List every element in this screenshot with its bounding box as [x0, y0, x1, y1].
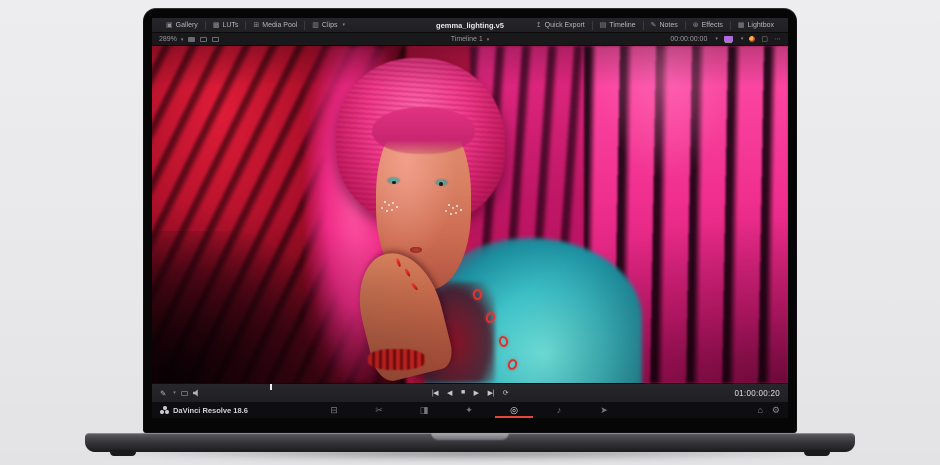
viewer-toggle-icon[interactable] [200, 37, 207, 42]
notes-icon: ✎ [651, 21, 657, 29]
gallery-label: Gallery [176, 22, 198, 29]
toolbar-left-group: ▣ Gallery ▩ LUTs ⊞ Media Pool ▥ Clips ▾ [159, 18, 352, 32]
settings-gear-icon[interactable]: ⚙ [772, 405, 780, 416]
expand-viewer-icon[interactable]: ▢ [761, 35, 768, 43]
timeline-label: Timeline [609, 22, 635, 29]
go-to-first-frame-button[interactable]: |◀ [432, 389, 438, 397]
record-timecode: 01:00:00:20 [734, 389, 780, 398]
quick-export-icon: ↥ [536, 21, 542, 29]
step-back-button[interactable]: ◀ [447, 389, 452, 397]
app-version-label: DaVinci Resolve 18.6 [173, 406, 248, 415]
scene: gemma_lighting.v5 ▣ Gallery ▩ LUTs ⊞ Med… [0, 0, 940, 465]
lightbox-icon: ▦ [738, 21, 745, 29]
laptop-foot-right [804, 450, 830, 456]
page-media-icon[interactable]: ⊟ [328, 402, 340, 418]
effects-button[interactable]: ⊛ Effects [686, 18, 730, 32]
lightbox-button[interactable]: ▦ Lightbox [731, 18, 781, 32]
effects-icon: ⊛ [693, 21, 699, 29]
viewer-toggle-icon[interactable] [188, 37, 195, 42]
scrubber-playhead[interactable] [270, 384, 272, 390]
top-toolbar: gemma_lighting.v5 ▣ Gallery ▩ LUTs ⊞ Med… [152, 18, 788, 33]
monitor-icon[interactable] [724, 36, 733, 42]
page-fairlight-icon[interactable]: ♪ [553, 402, 565, 418]
media-pool-label: Media Pool [262, 22, 297, 29]
chevron-down-icon: ▾ [487, 37, 490, 43]
page-status-bar: DaVinci Resolve 18.6 ⊟ ✂ ◨ ✦ ◎ ♪ ➤ ⌂ ⚙ [152, 402, 788, 418]
luts-icon: ▩ [213, 21, 220, 29]
page-edit-icon[interactable]: ◨ [418, 402, 430, 418]
viewer-header: 289% ▾ Timeline 1 ▾ 00:00:00:00 ▾ ▾ ▢ ⋯ [152, 33, 788, 46]
scopes-icon[interactable] [749, 36, 755, 42]
gallery-icon: ▣ [166, 21, 173, 29]
viewer-zoom-group: 289% ▾ [159, 36, 219, 43]
chevron-down-icon: ▾ [342, 22, 345, 28]
clips-button[interactable]: ▥ Clips ▾ [305, 18, 352, 32]
chevron-down-icon: ▾ [173, 390, 176, 396]
clips-label: Clips [322, 22, 338, 29]
chevron-down-icon: ▾ [715, 36, 718, 42]
page-cut-icon[interactable]: ✂ [373, 402, 385, 418]
clips-icon: ▥ [312, 21, 319, 29]
lightbox-label: Lightbox [748, 22, 774, 29]
notes-label: Notes [659, 22, 677, 29]
zoom-level-value: 289% [159, 36, 177, 43]
timeline-view-button[interactable]: ▤ Timeline [593, 18, 643, 32]
tool-pencil-icon[interactable]: ✎ [160, 389, 166, 398]
effects-label: Effects [702, 22, 723, 29]
gallery-button[interactable]: ▣ Gallery [159, 18, 205, 32]
quick-export-label: Quick Export [545, 22, 585, 29]
notes-button[interactable]: ✎ Notes [644, 18, 685, 32]
quick-export-button[interactable]: ↥ Quick Export [529, 18, 592, 32]
toolbar-right-group: ↥ Quick Export ▤ Timeline ✎ Notes ⊛ Effe… [529, 18, 781, 32]
davinci-resolve-logo [160, 406, 169, 414]
loop-button[interactable]: ⟳ [503, 389, 508, 397]
media-pool-button[interactable]: ⊞ Media Pool [246, 18, 304, 32]
laptop-lid-notch [431, 433, 509, 441]
viewer-header-right: 00:00:00:00 ▾ ▾ ▢ ⋯ [670, 35, 781, 43]
stop-button[interactable]: ■ [461, 389, 465, 397]
chevron-down-icon: ▾ [741, 36, 744, 42]
davinci-resolve-window: gemma_lighting.v5 ▣ Gallery ▩ LUTs ⊞ Med… [152, 18, 788, 418]
go-to-last-frame-button[interactable]: ▶| [488, 389, 494, 397]
zoom-level-dropdown[interactable]: 289% ▾ [159, 36, 183, 43]
luts-label: LUTs [222, 22, 238, 29]
photo-vignette [152, 46, 788, 383]
page-fusion-icon[interactable]: ✦ [463, 402, 475, 418]
transport-left-tools: ✎ ▾ [160, 389, 201, 398]
viewer-toggle-icon[interactable] [212, 37, 219, 42]
page-color-icon[interactable]: ◎ [508, 402, 520, 418]
viewer-canvas[interactable] [152, 46, 788, 383]
play-button[interactable]: ▶ [474, 389, 479, 397]
laptop-foot-left [110, 450, 136, 456]
chevron-down-icon: ▾ [181, 37, 184, 43]
luts-button[interactable]: ▩ LUTs [206, 18, 246, 32]
status-bar-right: ⌂ ⚙ [757, 405, 780, 416]
source-timecode: 00:00:00:00 [670, 36, 707, 43]
more-options-icon[interactable]: ⋯ [774, 35, 781, 43]
home-icon[interactable]: ⌂ [757, 405, 762, 416]
transport-bar: ✎ ▾ |◀ ◀ ■ ▶ ▶| ⟳ 01:00:00:20 [152, 383, 788, 402]
page-switcher: ⊟ ✂ ◨ ✦ ◎ ♪ ➤ [328, 402, 610, 418]
timeline-icon: ▤ [600, 21, 607, 29]
media-pool-icon: ⊞ [253, 21, 259, 29]
volume-icon[interactable] [193, 389, 201, 397]
page-deliver-icon[interactable]: ➤ [598, 402, 610, 418]
compare-icon[interactable] [181, 391, 188, 396]
transport-controls: |◀ ◀ ■ ▶ ▶| ⟳ [152, 389, 788, 397]
timeline-name: Timeline 1 [451, 36, 483, 43]
